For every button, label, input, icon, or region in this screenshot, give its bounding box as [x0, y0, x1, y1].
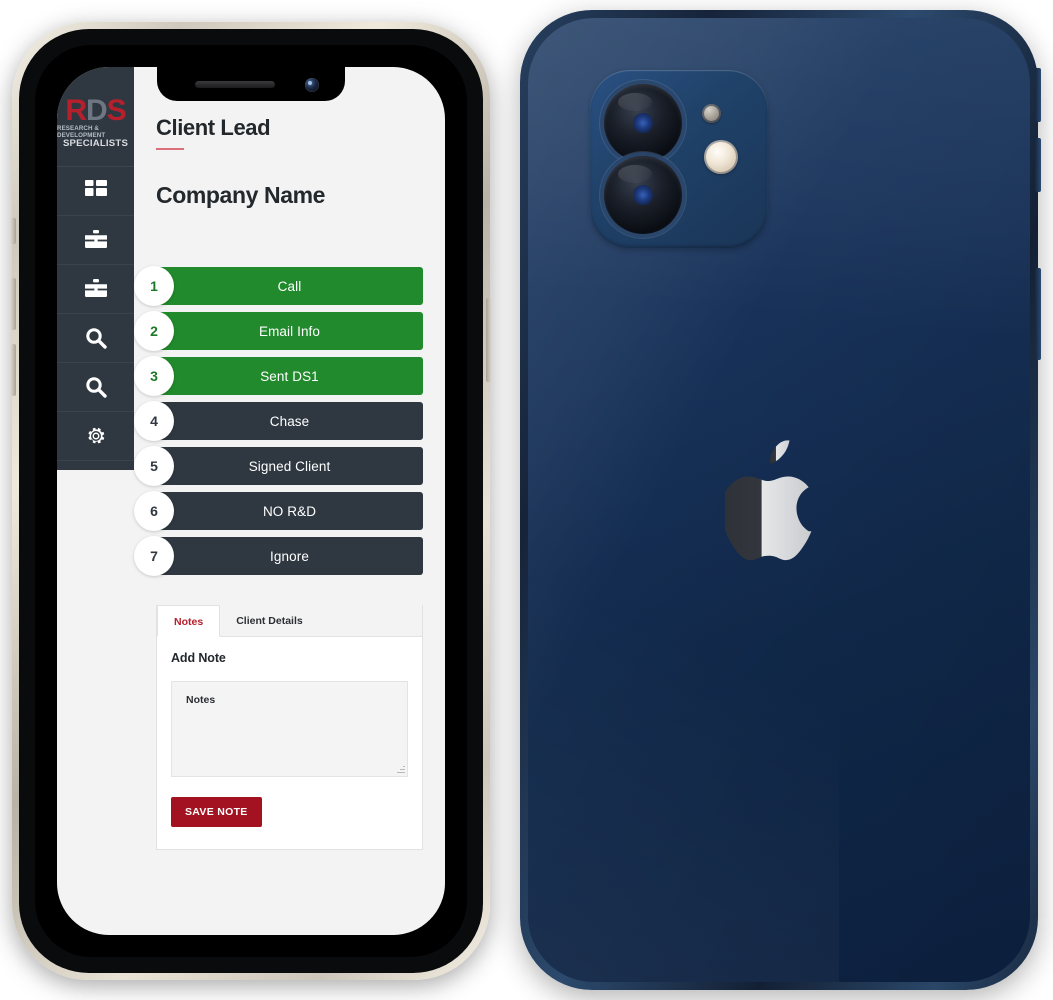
lead-status-steps: 1 Call 2 Email Info 3 Sent DS1 4 Chase 5… — [134, 266, 423, 576]
step-label: Call — [277, 278, 302, 294]
front-volume-up-button[interactable] — [11, 278, 16, 330]
step-label: Signed Client — [248, 458, 331, 474]
app-main-content: Client Lead Company Name 1 Call 2 Email … — [134, 67, 445, 935]
sidebar-item-settings[interactable] — [57, 412, 134, 461]
page-title: Client Lead — [156, 115, 271, 140]
flash-icon — [704, 140, 738, 174]
notes-panel-body: Add Note Notes SAVE NOTE — [157, 637, 422, 849]
step-label: NO R&D — [262, 503, 317, 519]
tab-client-details[interactable]: Client Details — [220, 605, 319, 637]
phone-front-bezel: RDS RESEARCH & DEVELOPMENT SPECIALISTS C… — [19, 29, 483, 973]
step-button-chase[interactable]: 4 Chase — [134, 401, 423, 441]
app-sidebar: RDS RESEARCH & DEVELOPMENT SPECIALISTS — [57, 67, 134, 470]
camera-lens-ultrawide-icon — [604, 156, 682, 234]
phone-front-device: RDS RESEARCH & DEVELOPMENT SPECIALISTS C… — [11, 22, 491, 980]
brand-logo-letter-r: R — [65, 94, 87, 128]
tab-notes[interactable]: Notes — [157, 605, 221, 637]
step-button-email-info[interactable]: 2 Email Info — [134, 311, 423, 351]
front-silence-switch[interactable] — [11, 218, 16, 244]
brand-logo-subtitle-line2: SPECIALISTS — [62, 138, 129, 150]
briefcase-icon — [84, 279, 107, 299]
sidebar-item-search-2[interactable] — [57, 363, 134, 412]
brand-logo-letter-d: D — [85, 94, 108, 128]
search-icon — [85, 376, 107, 398]
step-label: Sent DS1 — [260, 368, 319, 384]
phone-front-screen: RDS RESEARCH & DEVELOPMENT SPECIALISTS C… — [57, 67, 445, 935]
brand-logo-letter-s: S — [106, 94, 127, 128]
phone-back-body — [528, 18, 1030, 982]
back-power-button[interactable] — [1035, 268, 1041, 360]
step-number-badge: 2 — [134, 311, 174, 351]
sidebar-item-search-1[interactable] — [57, 314, 134, 363]
step-label: Chase — [269, 413, 310, 429]
camera-module — [590, 70, 768, 248]
front-camera-icon — [305, 78, 319, 92]
step-number-badge: 5 — [134, 446, 174, 486]
step-number-badge: 7 — [134, 536, 174, 576]
back-volume-up-button[interactable] — [1035, 68, 1041, 122]
front-power-button[interactable] — [486, 298, 491, 382]
add-note-heading: Add Note — [171, 651, 226, 665]
step-number-badge: 4 — [134, 401, 174, 441]
step-button-signed-client[interactable]: 5 Signed Client — [134, 446, 423, 486]
front-volume-down-button[interactable] — [11, 344, 16, 396]
sidebar-item-dashboard[interactable] — [57, 167, 134, 216]
earpiece-speaker-icon — [195, 81, 275, 88]
brand-logo-text: RDS — [65, 94, 127, 128]
brand-logo[interactable]: RDS RESEARCH & DEVELOPMENT SPECIALISTS — [57, 67, 134, 167]
step-number-badge: 3 — [134, 356, 174, 396]
back-volume-down-button[interactable] — [1035, 138, 1041, 192]
phone-notch — [157, 67, 345, 101]
step-number-badge: 6 — [134, 491, 174, 531]
company-name-heading: Company Name — [156, 182, 326, 208]
notes-panel-tabs: Notes Client Details — [157, 605, 422, 637]
step-button-sent-ds1[interactable]: 3 Sent DS1 — [134, 356, 423, 396]
camera-lens-wide-icon — [604, 84, 682, 162]
step-number-badge: 1 — [134, 266, 174, 306]
briefcase-icon — [84, 230, 107, 250]
apple-logo — [721, 438, 833, 568]
sidebar-item-briefcase-1[interactable] — [57, 216, 134, 265]
step-button-call[interactable]: 1 Call — [134, 266, 423, 306]
step-button-no-rd[interactable]: 6 NO R&D — [134, 491, 423, 531]
notes-panel: Notes Client Details Add Note Notes SAVE… — [156, 605, 423, 850]
step-label: Ignore — [270, 548, 309, 564]
brand-logo-subtitle-line1: RESEARCH & DEVELOPMENT — [57, 125, 106, 140]
phone-back-device — [520, 10, 1041, 990]
microphone-icon — [702, 104, 721, 123]
title-underline-rule — [156, 148, 184, 150]
grid-icon — [84, 180, 107, 202]
note-textarea[interactable]: Notes — [171, 681, 408, 777]
step-button-ignore[interactable]: 7 Ignore — [134, 536, 423, 576]
note-textarea-placeholder: Notes — [186, 694, 216, 706]
textarea-resize-handle[interactable] — [396, 765, 405, 774]
phone-front-bezel-inner: RDS RESEARCH & DEVELOPMENT SPECIALISTS C… — [35, 45, 467, 957]
gear-icon — [85, 425, 107, 447]
step-label: Email Info — [258, 323, 321, 339]
search-icon — [85, 327, 107, 349]
save-note-button[interactable]: SAVE NOTE — [171, 797, 262, 827]
sidebar-item-briefcase-2[interactable] — [57, 265, 134, 314]
body-lower-sheen — [528, 519, 840, 982]
